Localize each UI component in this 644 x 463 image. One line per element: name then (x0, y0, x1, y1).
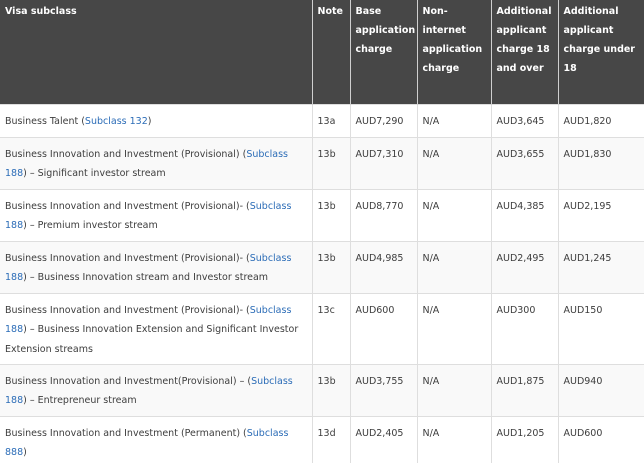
additional-under-18-cell: AUD600 (558, 415, 644, 463)
table-row: Business Innovation and Investment (Prov… (0, 136, 644, 189)
non-internet-charge-cell: N/A (417, 188, 492, 241)
subclass-132-link[interactable]: Subclass 132 (85, 116, 148, 127)
header-visa-subclass: Visa subclass (0, 0, 313, 104)
visa-subclass-cell: Business Innovation and Investment (Perm… (0, 415, 313, 463)
visa-stream-text: ) – Significant investor stream (23, 168, 166, 179)
visa-subclass-cell: Business Innovation and Investment (Prov… (0, 240, 313, 293)
visa-name-text: Business Innovation and Investment (Perm… (5, 427, 247, 439)
visa-subclass-cell: Business Innovation and Investment (Prov… (0, 188, 313, 241)
visa-subclass-cell: Business Innovation and Investment(Provi… (0, 363, 313, 416)
note-cell: 13b (312, 136, 351, 189)
header-non-internet-charge: Non-internet application charge (417, 0, 492, 104)
visa-name-text: Business Innovation and Investment (Prov… (5, 148, 247, 160)
additional-under-18-cell: AUD1,830 (558, 136, 644, 189)
header-additional-18-over: Additional applicant charge 18 and over (491, 0, 559, 104)
note-cell: 13b (312, 188, 351, 241)
non-internet-charge-cell: N/A (417, 415, 492, 463)
table-row: Business Innovation and Investment (Prov… (0, 240, 644, 293)
visa-stream-text: ) – Business Innovation stream and Inves… (23, 272, 269, 283)
table-header-row: Visa subclass Note Base application char… (0, 0, 644, 104)
visa-stream-text: ) (23, 447, 27, 458)
base-charge-cell: AUD2,405 (350, 415, 418, 463)
additional-under-18-cell: AUD1,820 (558, 103, 644, 137)
visa-stream-text: ) – Premium investor stream (23, 220, 158, 231)
table-row: Business Talent (Subclass 132) 13a AUD7,… (0, 103, 644, 137)
visa-subclass-cell: Business Innovation and Investment (Prov… (0, 292, 313, 364)
table-row: Business Innovation and Investment (Prov… (0, 292, 644, 364)
visa-name-text: Business Talent ( (5, 115, 85, 127)
non-internet-charge-cell: N/A (417, 240, 492, 293)
non-internet-charge-cell: N/A (417, 136, 492, 189)
additional-under-18-cell: AUD1,245 (558, 240, 644, 293)
visa-fees-table: Visa subclass Note Base application char… (0, 0, 644, 463)
non-internet-charge-cell: N/A (417, 292, 492, 364)
additional-under-18-cell: AUD150 (558, 292, 644, 364)
base-charge-cell: AUD3,755 (350, 363, 418, 416)
header-note: Note (312, 0, 351, 104)
additional-under-18-cell: AUD2,195 (558, 188, 644, 241)
additional-18-over-cell: AUD300 (491, 292, 559, 364)
note-cell: 13c (312, 292, 351, 364)
visa-stream-text: ) (147, 115, 152, 127)
additional-18-over-cell: AUD1,205 (491, 415, 559, 463)
table-row: Business Innovation and Investment (Perm… (0, 415, 644, 463)
note-cell: 13b (312, 240, 351, 293)
additional-18-over-cell: AUD4,385 (491, 188, 559, 241)
visa-name-text: Business Innovation and Investment (Prov… (5, 200, 250, 212)
visa-subclass-cell: Business Innovation and Investment (Prov… (0, 136, 313, 189)
additional-18-over-cell: AUD1,875 (491, 363, 559, 416)
base-charge-cell: AUD7,290 (350, 103, 418, 137)
visa-stream-text: ) – Business Innovation Extension and Si… (5, 324, 299, 355)
additional-18-over-cell: AUD2,495 (491, 240, 559, 293)
visa-name-text: Business Innovation and Investment (Prov… (5, 252, 250, 264)
non-internet-charge-cell: N/A (417, 103, 492, 137)
note-cell: 13b (312, 363, 351, 416)
non-internet-charge-cell: N/A (417, 363, 492, 416)
base-charge-cell: AUD7,310 (350, 136, 418, 189)
visa-name-text: Business Innovation and Investment(Provi… (5, 375, 252, 387)
visa-name-text: Business Innovation and Investment (Prov… (5, 304, 250, 316)
header-base-charge: Base application charge (350, 0, 418, 104)
additional-18-over-cell: AUD3,645 (491, 103, 559, 137)
additional-under-18-cell: AUD940 (558, 363, 644, 416)
base-charge-cell: AUD8,770 (350, 188, 418, 241)
visa-subclass-cell: Business Talent (Subclass 132) (0, 103, 313, 137)
header-additional-under-18: Additional applicant charge under 18 (558, 0, 644, 104)
visa-stream-text: ) – Entrepreneur stream (23, 395, 137, 406)
note-cell: 13a (312, 103, 351, 137)
base-charge-cell: AUD4,985 (350, 240, 418, 293)
base-charge-cell: AUD600 (350, 292, 418, 364)
table-row: Business Innovation and Investment(Provi… (0, 363, 644, 416)
additional-18-over-cell: AUD3,655 (491, 136, 559, 189)
note-cell: 13d (312, 415, 351, 463)
table-row: Business Innovation and Investment (Prov… (0, 188, 644, 241)
